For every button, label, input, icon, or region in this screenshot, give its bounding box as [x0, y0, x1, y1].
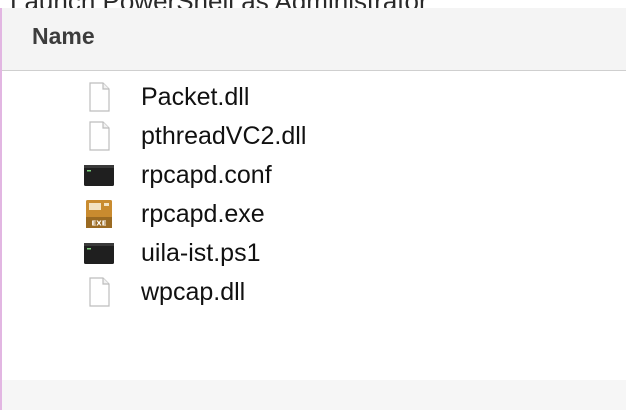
file-name: Packet.dll [141, 83, 250, 111]
finder-list-pane: Name Packet.dll pthreadVC2.dll rpcapd.co… [0, 8, 626, 410]
file-row-packet-dll[interactable]: Packet.dll [2, 80, 626, 119]
file-row-pthreadvc2-dll[interactable]: pthreadVC2.dll [2, 119, 626, 158]
document-icon [89, 277, 110, 307]
file-name: pthreadVC2.dll [141, 122, 307, 150]
document-icon [89, 121, 110, 151]
file-list: Packet.dll pthreadVC2.dll rpcapd.conf EX… [2, 80, 626, 314]
file-row-uila-ist-ps1[interactable]: uila-ist.ps1 [2, 236, 626, 275]
file-row-wpcap-dll[interactable]: wpcap.dll [2, 275, 626, 314]
exe-icon: EXE [86, 200, 112, 228]
name-column-header[interactable]: Name [32, 23, 95, 50]
terminal-icon [84, 243, 114, 264]
terminal-icon [84, 165, 114, 186]
file-name: wpcap.dll [141, 278, 246, 306]
file-name: rpcapd.conf [141, 161, 272, 189]
document-icon [89, 82, 110, 112]
file-row-rpcapd-exe[interactable]: EXE rpcapd.exe [2, 197, 626, 236]
svg-text:EXE: EXE [92, 220, 107, 228]
file-name: rpcapd.exe [141, 200, 265, 228]
list-empty-area [2, 380, 626, 410]
file-name: uila-ist.ps1 [141, 239, 261, 267]
file-row-rpcapd-conf[interactable]: rpcapd.conf [2, 158, 626, 197]
column-header-bar[interactable]: Name [2, 8, 626, 71]
